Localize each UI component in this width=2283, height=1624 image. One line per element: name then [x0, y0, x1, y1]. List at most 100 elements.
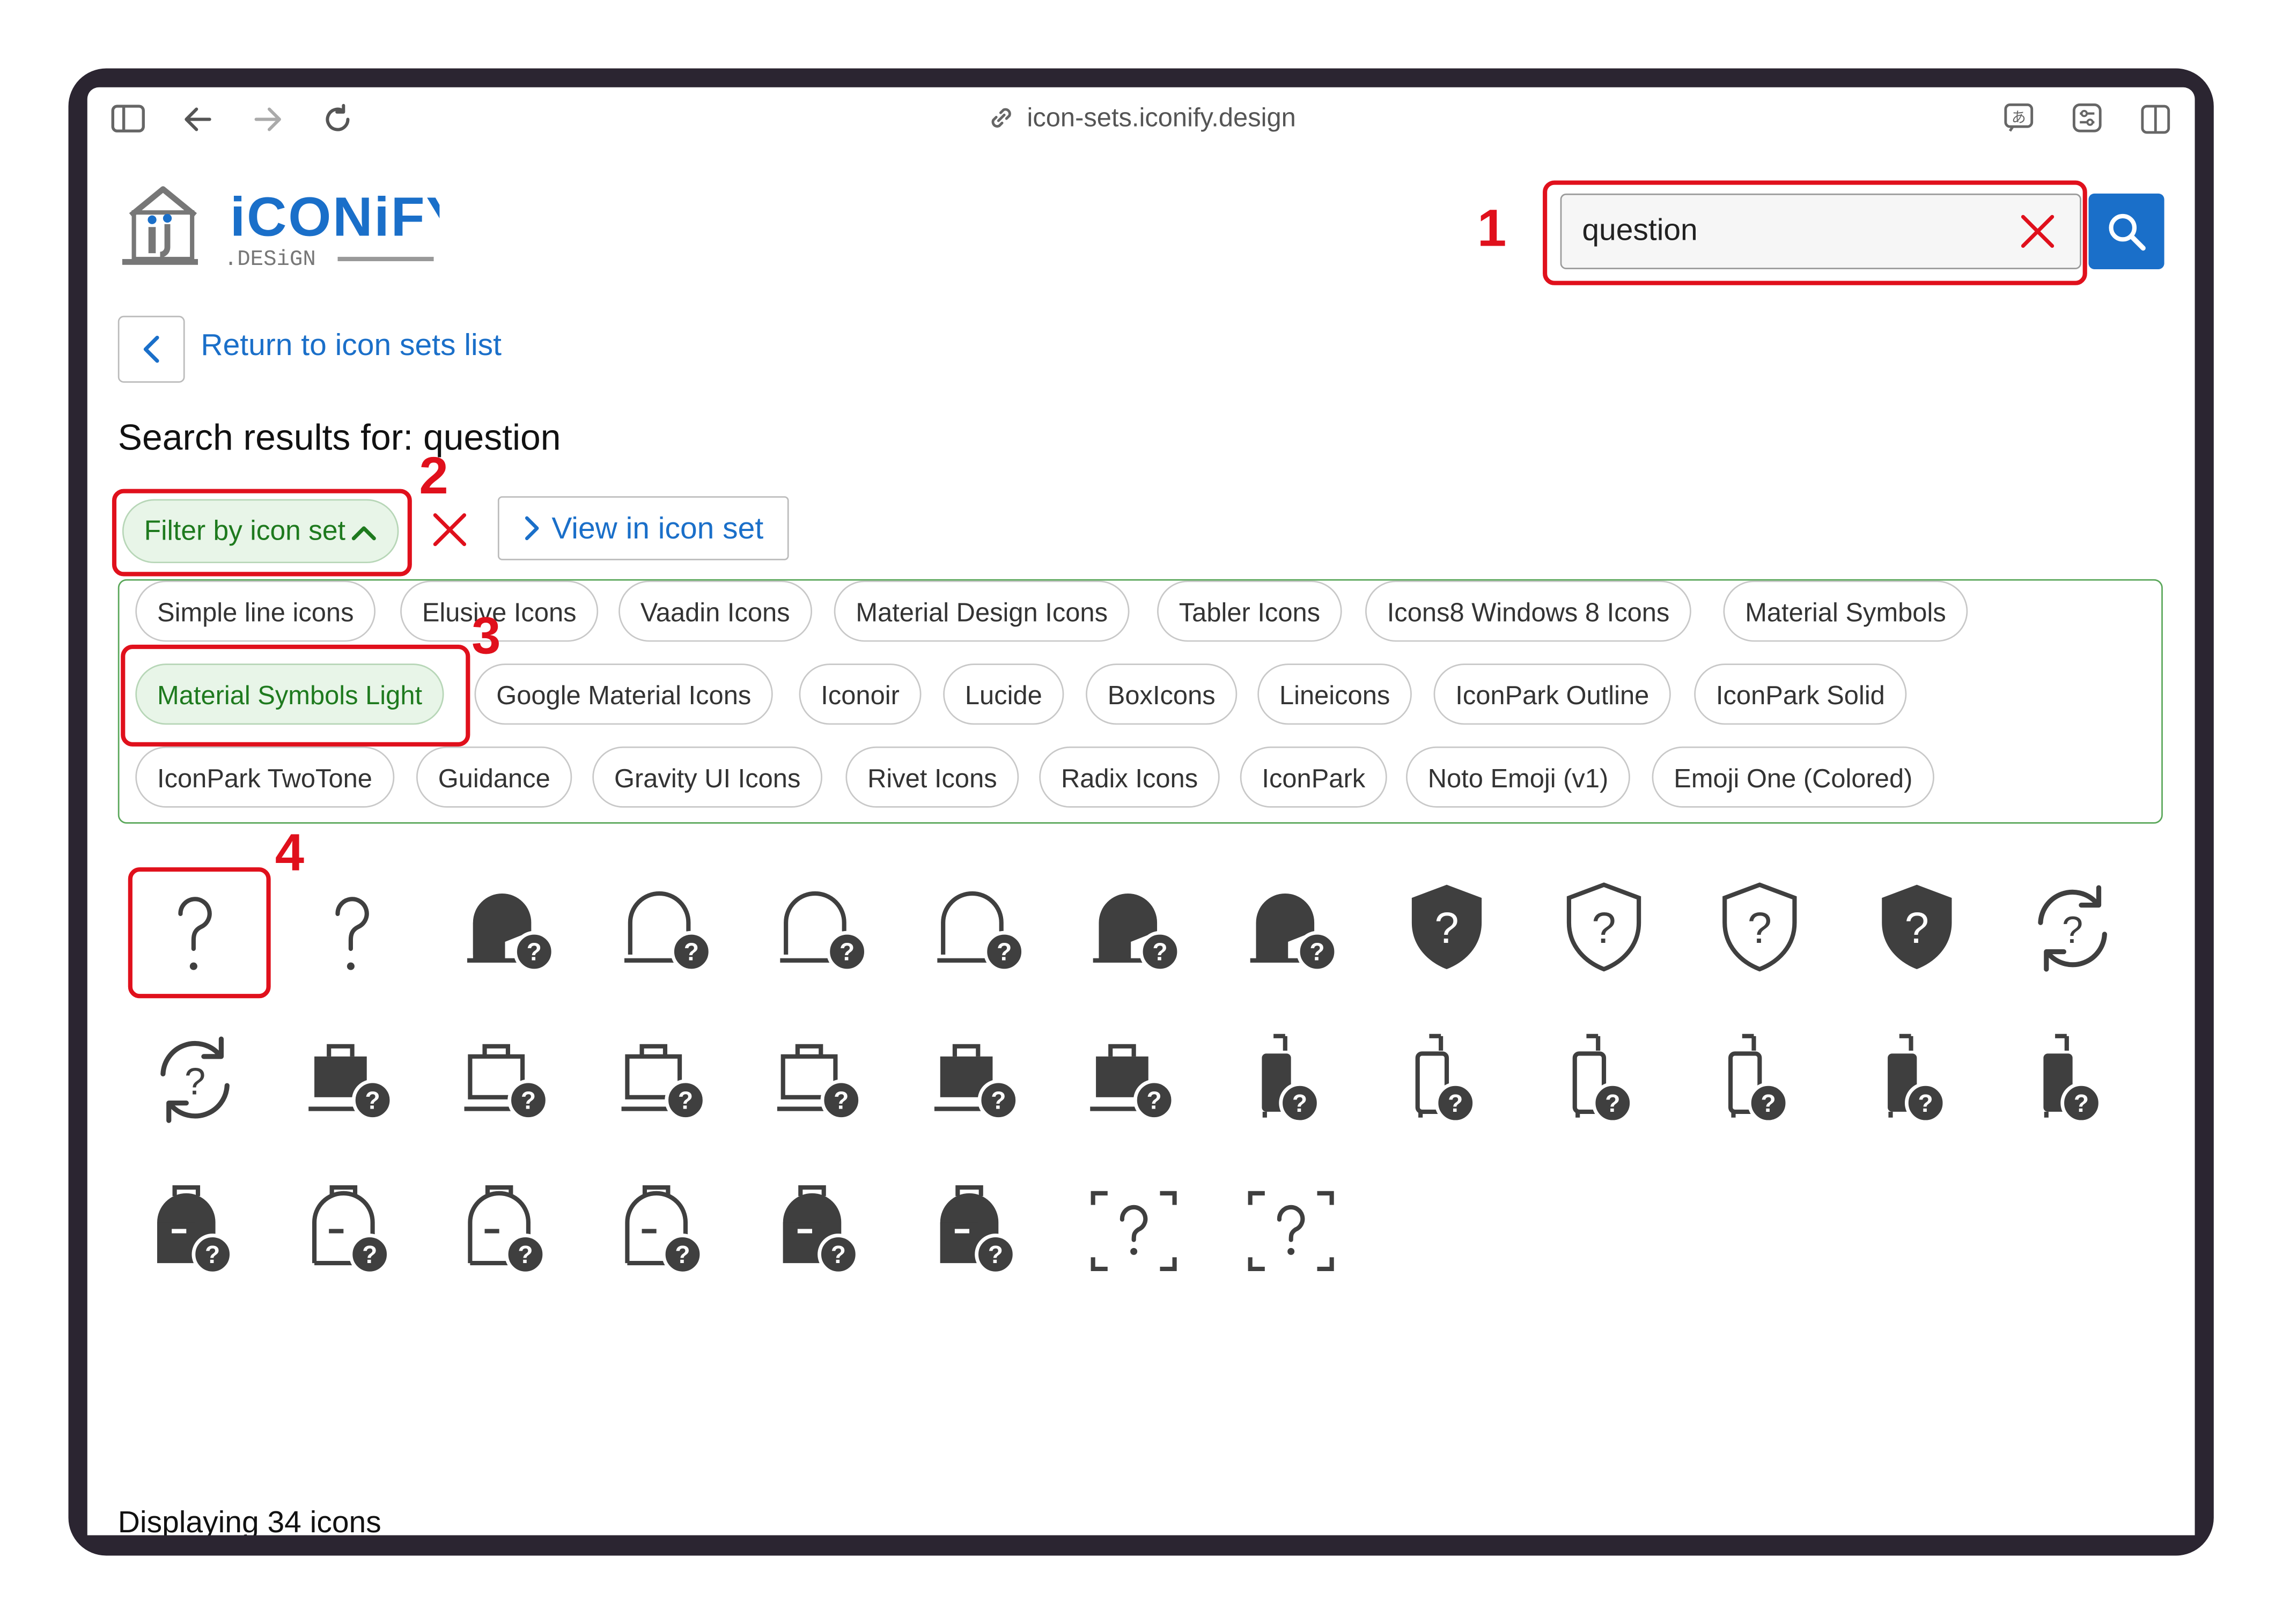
work-question-outline-icon[interactable]: ?: [594, 1014, 734, 1145]
sync-problem-icon[interactable]: ?: [125, 1014, 264, 1145]
logo-subtitle: .DESiGN: [224, 247, 316, 272]
return-link[interactable]: Return to icon sets list: [201, 329, 502, 364]
chip-iconpark-twotone[interactable]: IconPark TwoTone: [135, 746, 394, 808]
svg-text:?: ?: [1434, 904, 1459, 953]
iconify-logo[interactable]: iCONiFY .DESiGN: [119, 180, 463, 280]
svg-text:?: ?: [1904, 904, 1928, 953]
work-question-filled-icon[interactable]: ?: [908, 1014, 1047, 1145]
link-icon: [991, 108, 1011, 128]
backpack-question-outline-icon[interactable]: ?: [594, 1165, 734, 1296]
svg-text:?: ?: [1292, 1089, 1307, 1117]
chip-simple-line-icons[interactable]: Simple line icons: [135, 580, 376, 642]
svg-text:?: ?: [1448, 1089, 1463, 1117]
luggage-question-filled-icon[interactable]: ?: [1846, 1014, 1986, 1145]
work-question-outline-icon[interactable]: ?: [751, 1014, 890, 1145]
backpack-question-outline-icon[interactable]: ?: [438, 1165, 578, 1296]
chip-material-symbols[interactable]: Material Symbols: [1723, 580, 1968, 642]
chevron-right-icon: [525, 516, 539, 541]
contact-support-filled-icon[interactable]: ?: [438, 863, 578, 994]
scan-question-icon[interactable]: [1220, 1165, 1360, 1296]
svg-text:?: ?: [1309, 938, 1324, 966]
chip-iconpark[interactable]: IconPark: [1240, 746, 1387, 808]
chip-iconpark-solid[interactable]: IconPark Solid: [1694, 663, 1907, 725]
luggage-question-outline-icon[interactable]: ?: [1533, 1014, 1673, 1145]
shield-question-filled-icon[interactable]: ?: [1846, 863, 1986, 994]
chip-boxicons[interactable]: BoxIcons: [1086, 663, 1238, 725]
svg-text:?: ?: [987, 1241, 1002, 1268]
luggage-question-filled-icon[interactable]: ?: [2002, 1014, 2142, 1145]
svg-text:?: ?: [831, 1241, 846, 1268]
contact-support-outline-icon[interactable]: ?: [594, 863, 734, 994]
svg-text:?: ?: [185, 1060, 205, 1102]
contact-support-outline-icon[interactable]: ?: [908, 863, 1047, 994]
svg-text:?: ?: [834, 1087, 849, 1114]
address-bar[interactable]: icon-sets.iconify.design: [87, 102, 2195, 134]
sync-problem-icon[interactable]: ?: [2002, 863, 2142, 994]
backpack-question-filled-icon[interactable]: ?: [751, 1165, 890, 1296]
chip-iconoir[interactable]: Iconoir: [799, 663, 922, 725]
browser-window: icon-sets.iconify.design あ iCONiFY .DESi…: [87, 87, 2195, 1536]
chip-icons8-windows-8-icons[interactable]: Icons8 Windows 8 Icons: [1365, 580, 1692, 642]
shield-question-outline-icon[interactable]: ?: [1533, 863, 1673, 994]
svg-text:?: ?: [1591, 904, 1615, 953]
scan-question-icon[interactable]: [1064, 1165, 1203, 1296]
backpack-question-filled-icon[interactable]: ?: [908, 1165, 1047, 1296]
contact-support-filled-icon[interactable]: ?: [1220, 863, 1360, 994]
url-text: icon-sets.iconify.design: [1027, 102, 1296, 132]
chip-google-material-icons[interactable]: Google Material Icons: [474, 663, 773, 725]
annotation-box-1: [1543, 180, 2087, 285]
contact-support-filled-icon[interactable]: ?: [1064, 863, 1203, 994]
view-in-icon-set-label: View in icon set: [551, 512, 764, 546]
chip-radix-icons[interactable]: Radix Icons: [1039, 746, 1220, 808]
luggage-question-outline-icon[interactable]: ?: [1690, 1014, 1829, 1145]
view-in-icon-set-button[interactable]: View in icon set: [497, 496, 789, 560]
backpack-question-outline-icon[interactable]: ?: [282, 1165, 421, 1296]
annotation-number-3: 3: [472, 605, 501, 665]
svg-text:?: ?: [1748, 904, 1772, 953]
chip-rivet-icons[interactable]: Rivet Icons: [845, 746, 1019, 808]
svg-text:?: ?: [362, 1241, 377, 1268]
svg-text:?: ?: [1147, 1087, 1162, 1114]
svg-text:?: ?: [205, 1241, 220, 1268]
extensions-icon[interactable]: [2071, 102, 2103, 134]
chip-lucide[interactable]: Lucide: [943, 663, 1064, 725]
svg-text:?: ?: [2062, 909, 2083, 951]
work-question-filled-icon[interactable]: ?: [1064, 1014, 1203, 1145]
svg-text:?: ?: [674, 1241, 689, 1268]
browser-toolbar: icon-sets.iconify.design あ: [87, 87, 2195, 151]
svg-text:?: ?: [839, 938, 855, 966]
contact-support-outline-icon[interactable]: ?: [751, 863, 890, 994]
page-title: Search results for: question: [117, 417, 561, 459]
annotation-number-4: 4: [275, 822, 305, 882]
annotation-box-2: [112, 489, 412, 577]
translate-icon[interactable]: あ: [2002, 102, 2035, 134]
backpack-question-filled-icon[interactable]: ?: [125, 1165, 264, 1296]
work-question-outline-icon[interactable]: ?: [438, 1014, 578, 1145]
chip-iconpark-outline[interactable]: IconPark Outline: [1433, 663, 1671, 725]
chip-noto-emoji-v1[interactable]: Noto Emoji (v1): [1406, 746, 1630, 808]
chip-gravity-ui-icons[interactable]: Gravity UI Icons: [592, 746, 823, 808]
clear-filter-icon[interactable]: [431, 511, 469, 549]
chip-guidance[interactable]: Guidance: [416, 746, 572, 808]
search-button[interactable]: [2088, 193, 2164, 269]
svg-text:?: ?: [683, 938, 698, 966]
chip-tabler-icons[interactable]: Tabler Icons: [1157, 580, 1342, 642]
annotation-number-2: 2: [419, 445, 448, 505]
logo-wordmark: iCONiFY: [230, 186, 440, 248]
shield-question-outline-icon[interactable]: ?: [1690, 863, 1829, 994]
split-view-icon[interactable]: [2139, 104, 2171, 136]
luggage-question-filled-icon[interactable]: ?: [1220, 1014, 1360, 1145]
chevron-left-icon: [143, 335, 159, 363]
chip-emoji-one-colored[interactable]: Emoji One (Colored): [1652, 746, 1935, 808]
annotation-box-3: [121, 644, 470, 747]
svg-text:?: ?: [518, 1241, 533, 1268]
chip-material-design-icons[interactable]: Material Design Icons: [834, 580, 1130, 642]
work-question-filled-icon[interactable]: ?: [282, 1014, 421, 1145]
shield-question-filled-icon[interactable]: ?: [1377, 863, 1516, 994]
svg-text:?: ?: [1152, 938, 1167, 966]
back-button[interactable]: [117, 315, 185, 383]
chip-lineicons[interactable]: Lineicons: [1257, 663, 1412, 725]
chip-vaadin-icons[interactable]: Vaadin Icons: [618, 580, 812, 642]
svg-text:?: ?: [2074, 1089, 2089, 1117]
luggage-question-outline-icon[interactable]: ?: [1377, 1014, 1516, 1145]
